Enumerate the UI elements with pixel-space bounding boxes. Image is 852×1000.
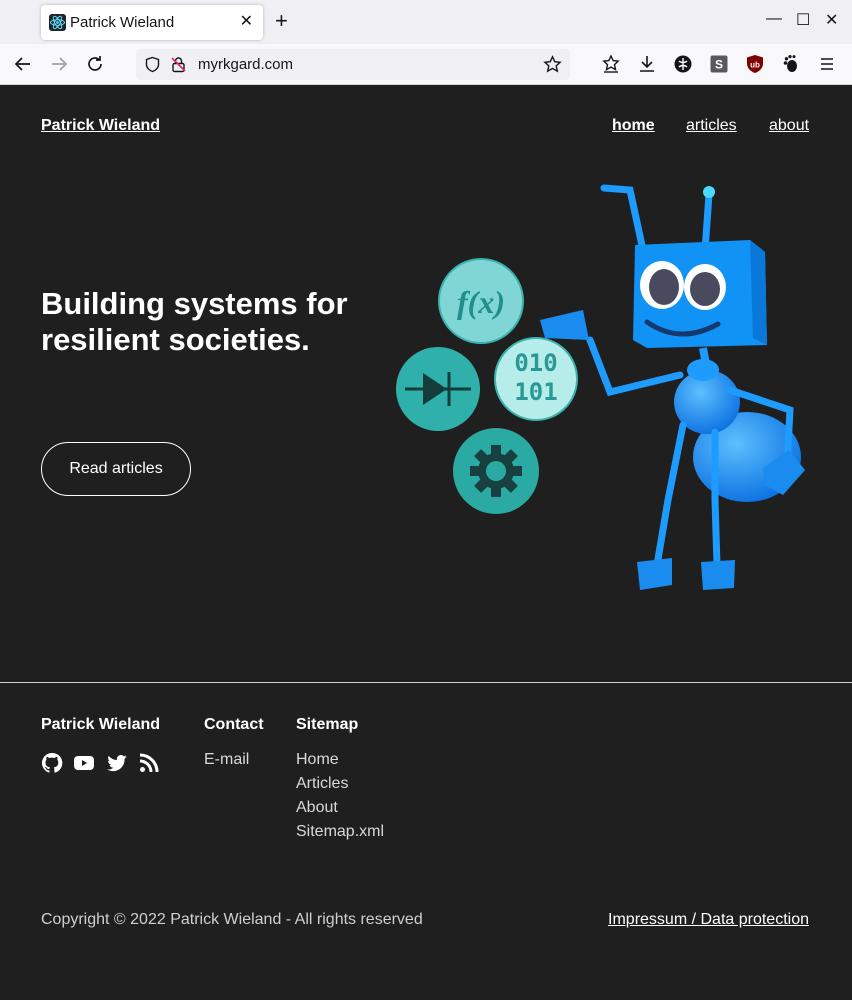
- svg-text:S: S: [715, 58, 723, 72]
- maximize-icon[interactable]: ☐: [796, 10, 810, 30]
- reload-icon[interactable]: [84, 53, 106, 75]
- react-favicon-icon: [49, 14, 66, 31]
- contact-heading: Contact: [204, 716, 264, 733]
- privacy-extension-icon[interactable]: [673, 54, 693, 74]
- rss-icon[interactable]: [138, 752, 160, 774]
- robot-ant-illustration: f(x) 010 101: [396, 184, 805, 590]
- tab-title: Patrick Wieland: [70, 14, 175, 31]
- footer-divider: [0, 682, 852, 683]
- browser-navbar: myrkgard.com S ub: [0, 44, 852, 85]
- ublock-icon[interactable]: ub: [745, 54, 765, 74]
- function-bubble: f(x): [438, 258, 524, 344]
- menu-icon[interactable]: [817, 54, 837, 74]
- back-icon[interactable]: [12, 53, 34, 75]
- nav-articles-link[interactable]: articles: [686, 117, 737, 135]
- url-text: myrkgard.com: [198, 56, 294, 73]
- diode-bubble: [396, 347, 480, 431]
- browser-tab[interactable]: Patrick Wieland ✕: [41, 5, 263, 40]
- sitemap-heading: Sitemap: [296, 716, 359, 733]
- svg-text:ub: ub: [750, 61, 760, 70]
- impressum-link[interactable]: Impressum / Data protection: [608, 911, 809, 929]
- nav-about-link[interactable]: about: [769, 117, 809, 135]
- robot-antennae: [600, 184, 713, 254]
- robot-head: [633, 240, 767, 348]
- sitemap-about-link[interactable]: About: [296, 799, 338, 817]
- browser-tabstrip: Patrick Wieland ✕ + — ☐ ✕: [0, 0, 852, 44]
- email-link[interactable]: E-mail: [204, 751, 249, 769]
- gnome-foot-icon[interactable]: [781, 54, 801, 74]
- s-extension-icon[interactable]: S: [709, 54, 729, 74]
- window-close-icon[interactable]: ✕: [825, 10, 838, 30]
- binary-bubble: 010 101: [494, 337, 578, 421]
- sitemap-home-link[interactable]: Home: [296, 751, 339, 769]
- pocket-save-icon[interactable]: [601, 54, 621, 74]
- binary-top-label: 010: [514, 349, 557, 377]
- hero-heading: Building systems for resilient societies…: [41, 286, 348, 357]
- tab-close-icon[interactable]: ✕: [240, 11, 253, 31]
- new-tab-icon[interactable]: +: [275, 8, 288, 34]
- youtube-icon[interactable]: [73, 752, 95, 774]
- nav-home-link[interactable]: home: [612, 117, 655, 135]
- copyright-text: Copyright © 2022 Patrick Wieland - All r…: [41, 911, 423, 928]
- bookmark-star-icon[interactable]: [543, 55, 562, 74]
- sitemap-articles-link[interactable]: Articles: [296, 775, 348, 793]
- minimize-icon[interactable]: —: [766, 10, 782, 28]
- binary-bottom-label: 101: [514, 378, 557, 406]
- read-articles-button[interactable]: Read articles: [41, 442, 191, 496]
- page-content: Patrick Wieland home articles about Buil…: [0, 85, 852, 1000]
- twitter-icon[interactable]: [106, 752, 128, 774]
- robot-right-foot: [701, 560, 735, 590]
- url-bar[interactable]: myrkgard.com: [136, 49, 570, 80]
- shield-icon[interactable]: [144, 56, 161, 73]
- gear-bubble: [453, 428, 539, 514]
- github-icon[interactable]: [41, 752, 63, 774]
- forward-icon[interactable]: [48, 53, 70, 75]
- robot-left-foot: [637, 558, 672, 590]
- sitemap-xml-link[interactable]: Sitemap.xml: [296, 823, 384, 841]
- footer-brand: Patrick Wieland: [41, 716, 161, 733]
- download-icon[interactable]: [637, 54, 657, 74]
- insecure-lock-icon[interactable]: [170, 56, 187, 73]
- fx-label: f(x): [457, 284, 505, 320]
- site-title-link[interactable]: Patrick Wieland: [41, 117, 160, 135]
- robot-left-hand: [540, 310, 589, 340]
